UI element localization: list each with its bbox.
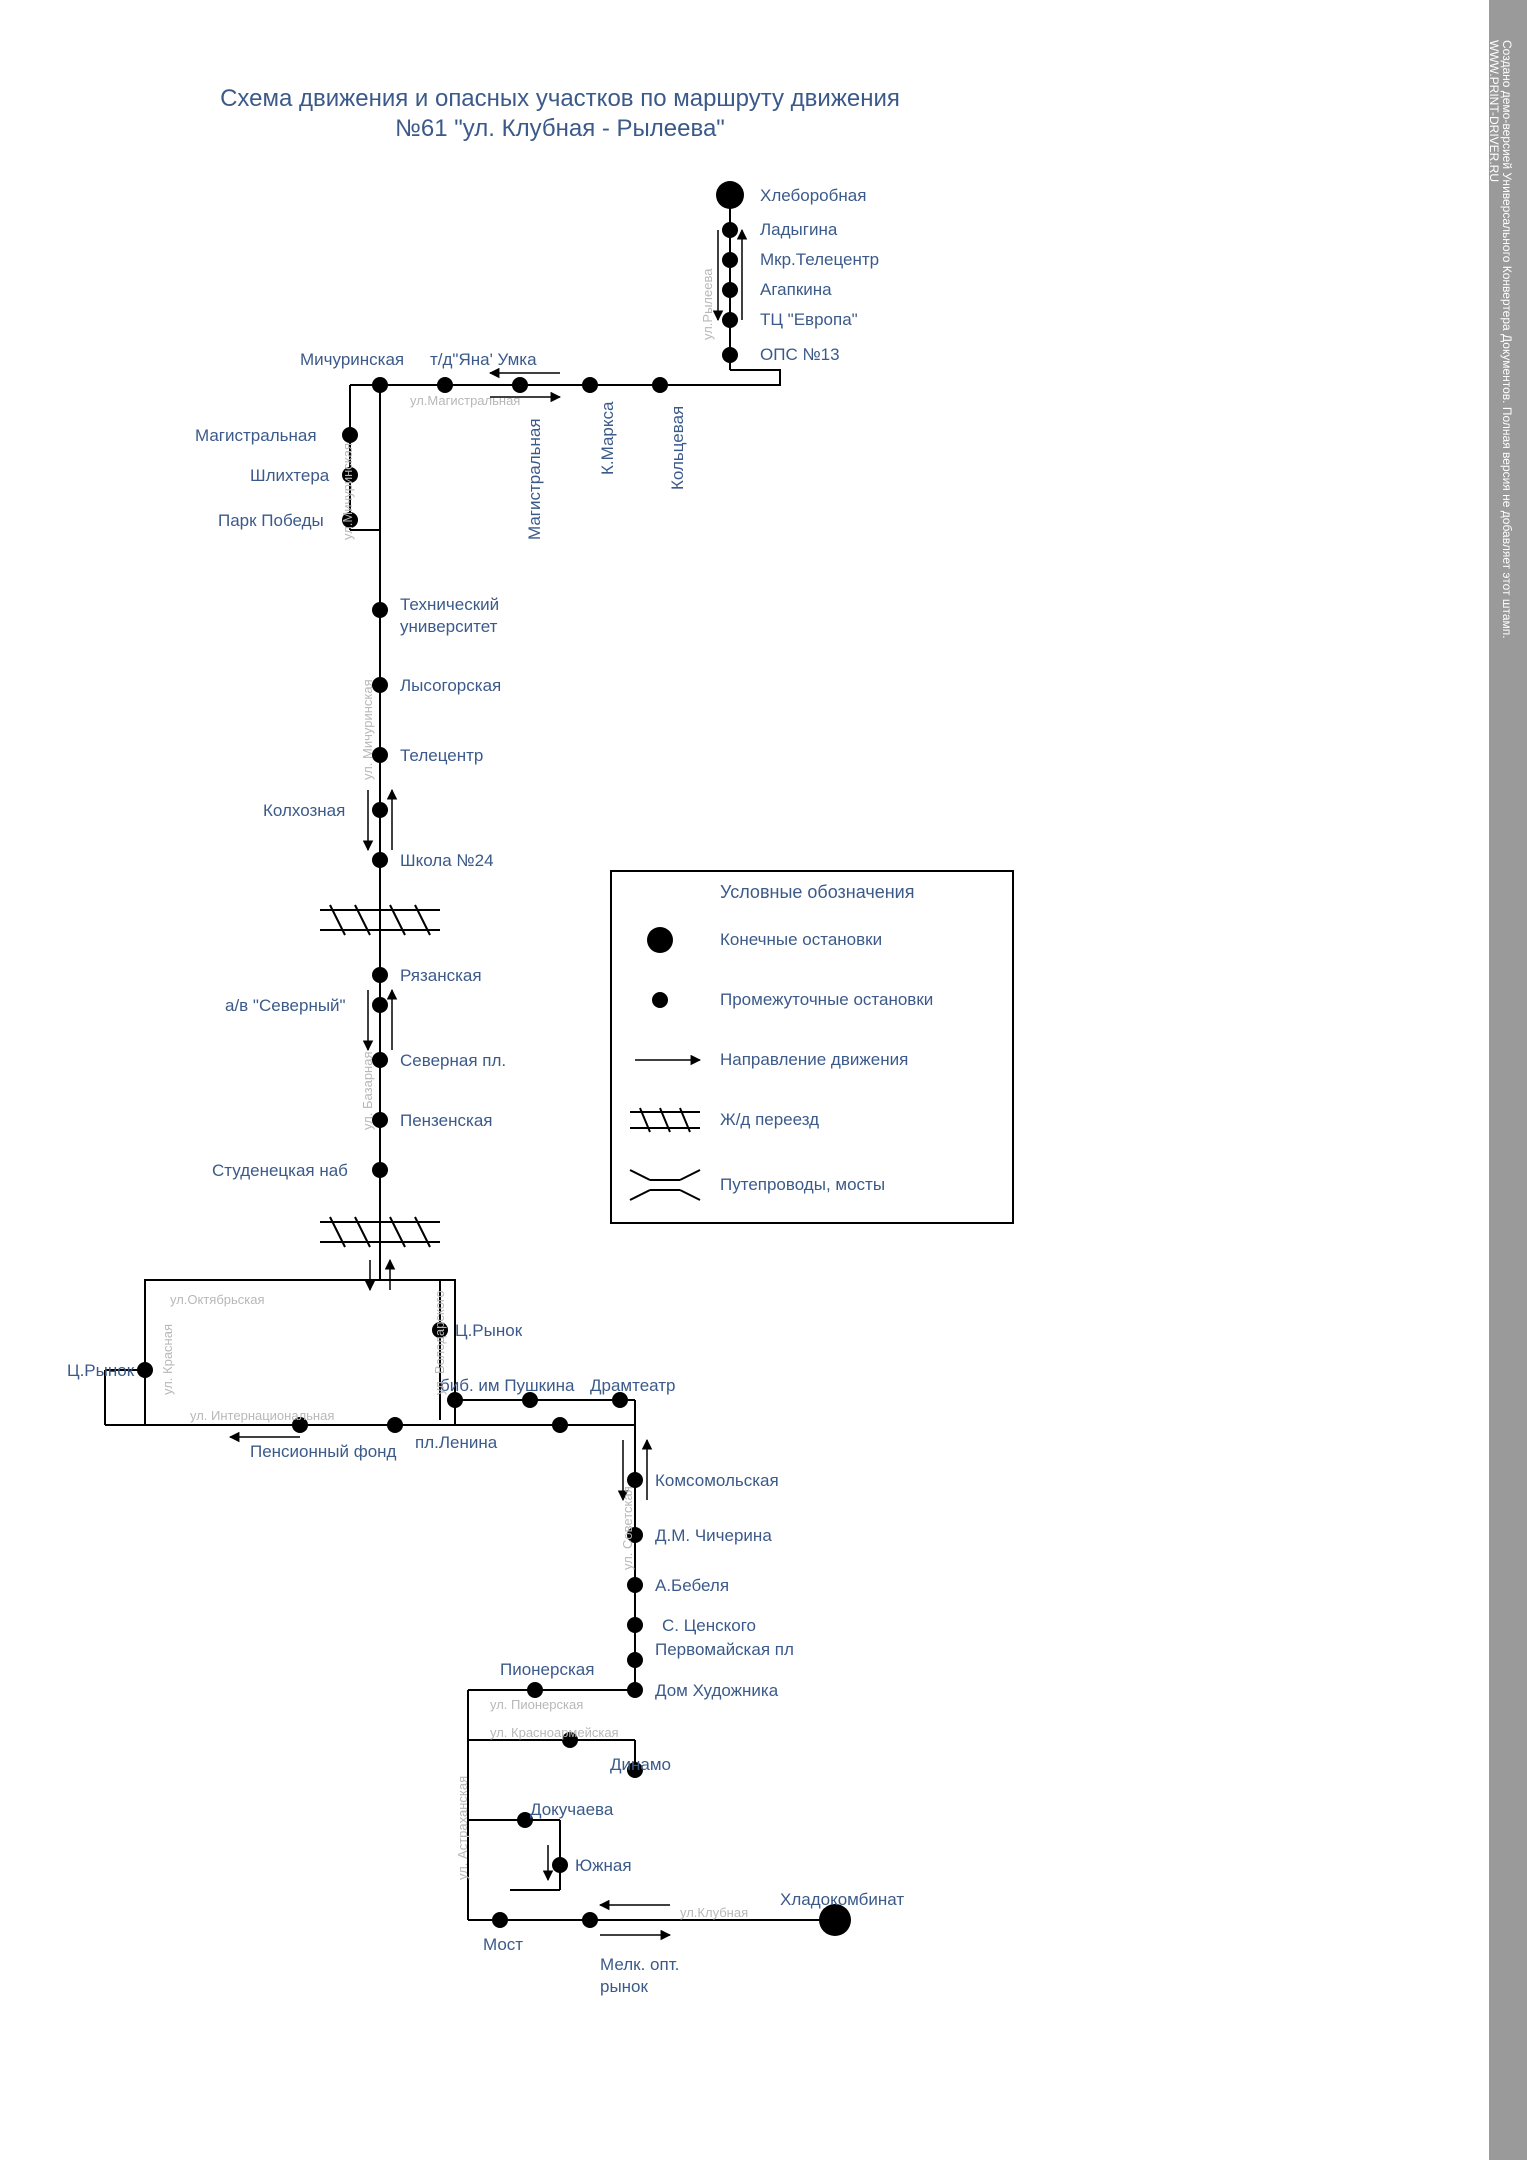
- legend-title: Условные обозначения: [720, 882, 914, 903]
- stop-mkr-telecentr: Мкр.Телецентр: [760, 250, 879, 270]
- watermark-url: WWW.PRINT-DRIVER.RU: [1487, 40, 1501, 182]
- stop-kmarksa: К.Маркса: [598, 402, 618, 475]
- stop-school24: Школа №24: [400, 851, 494, 871]
- street-magistralnaya: ул.Магистральная: [410, 393, 520, 408]
- stop-ops13: ОПС №13: [760, 345, 840, 365]
- stop-komsomolskaya: Комсомольская: [655, 1471, 779, 1491]
- legend-bridge: Путепроводы, мосты: [720, 1175, 885, 1195]
- stop-pervomay: Первомайская пл: [655, 1640, 794, 1660]
- stop-pension-fond: Пенсионный фонд: [250, 1442, 396, 1462]
- legend-railcross: Ж/д переезд: [720, 1110, 819, 1130]
- stop-bib-pushkina: биб. им Пушкина: [440, 1376, 574, 1396]
- stop-ryazanskaya: Рязанская: [400, 966, 482, 986]
- stop-pl-lenina: пл.Ленина: [415, 1433, 497, 1453]
- legend-direction: Направление движения: [720, 1050, 908, 1070]
- watermark-text: Создано демо-версией Универсального Конв…: [1500, 40, 1514, 639]
- legend-intermediate: Промежуточные остановки: [720, 990, 933, 1010]
- street-pionerskaya: ул. Пионерская: [490, 1697, 583, 1712]
- street-bazarnaya: ул. Базарная: [360, 1051, 375, 1130]
- street-ryleeva: ул.Рылеева: [700, 269, 715, 340]
- stop-tech-univ-2: университет: [400, 617, 497, 637]
- street-sovetskaya: ул. Советская: [620, 1486, 635, 1570]
- stop-ladygina: Ладыгина: [760, 220, 837, 240]
- street-krasnaya: ул. Красная: [160, 1324, 175, 1395]
- stop-tech-univ-1: Технический: [400, 595, 499, 615]
- legend-box: [610, 870, 1014, 1224]
- stop-dokuchaeva: Докучаева: [530, 1800, 613, 1820]
- stop-tsenskogo: С. Ценского: [662, 1616, 756, 1636]
- street-internatsionalnaya: ул. Интернациональная: [190, 1408, 334, 1423]
- stop-av-severny: а/в "Северный": [225, 996, 346, 1016]
- stop-bebelya: А.Бебеля: [655, 1576, 729, 1596]
- stop-melk-opt-2: рынок: [600, 1977, 648, 1997]
- stop-tc-evropa: ТЦ "Европа": [760, 310, 858, 330]
- stop-td-yana-umka: т/д"Яна' Умка: [430, 350, 537, 370]
- stop-dramteatr: Драмтеатр: [590, 1376, 675, 1396]
- stop-koltsevaya: Кольцевая: [668, 406, 688, 490]
- street-volodarskogo: ул. Володарского: [432, 1290, 447, 1395]
- stop-shlihtera: Шлихтера: [250, 466, 329, 486]
- stop-studen-nab: Студенецкая наб: [212, 1161, 348, 1181]
- street-krasnoarmeyskaya: ул. Красноармейская: [490, 1725, 619, 1740]
- stop-hleborobnaya: Хлеборобная: [760, 186, 866, 206]
- street-michurinskaya2: ул. Мичуринская: [360, 679, 375, 780]
- stop-pionerskaya: Пионерская: [500, 1660, 594, 1680]
- legend-terminal: Конечные остановки: [720, 930, 882, 950]
- stop-penzenskaya: Пензенская: [400, 1111, 492, 1131]
- stop-hladokombinat: Хладокомбинат: [780, 1890, 904, 1910]
- stop-yuzhnaya: Южная: [575, 1856, 632, 1876]
- stop-magistralnaya-v: Магистральная: [525, 418, 545, 540]
- stop-telecentr: Телецентр: [400, 746, 483, 766]
- street-astrahanskaya: ул. Астраханская: [455, 1776, 470, 1880]
- watermark-bar: Создано демо-версией Универсального Конв…: [1489, 0, 1527, 2160]
- street-klubnaya: ул.Клубная: [680, 1905, 748, 1920]
- stop-dom-hud: Дом Художника: [655, 1681, 778, 1701]
- stop-c-rynok: Ц.Рынок: [455, 1321, 522, 1341]
- stop-severnaya-pl: Северная пл.: [400, 1051, 506, 1071]
- street-oktyabrskaya: ул.Октябрьская: [170, 1292, 265, 1307]
- stop-lysogorskaya: Лысогорская: [400, 676, 501, 696]
- stop-dinamo: Динамо: [610, 1755, 671, 1775]
- stop-kolhoznaya: Колхозная: [263, 801, 345, 821]
- terminal-stop-ryleeva: [716, 181, 744, 209]
- street-michurinskaya: ул.Мичуринская: [340, 443, 355, 540]
- stop-melk-opt-1: Мелк. опт.: [600, 1955, 679, 1975]
- stop-agapkina: Агапкина: [760, 280, 832, 300]
- stop-park-pobedy: Парк Победы: [218, 511, 324, 531]
- stop-chicherina: Д.М. Чичерина: [655, 1526, 772, 1546]
- stop-most: Мост: [483, 1935, 523, 1955]
- stop-magistralnaya: Магистральная: [195, 426, 317, 446]
- stop-c-rynok-left: Ц.Рынок: [67, 1361, 134, 1381]
- stop-michurinskaya: Мичуринская: [300, 350, 404, 370]
